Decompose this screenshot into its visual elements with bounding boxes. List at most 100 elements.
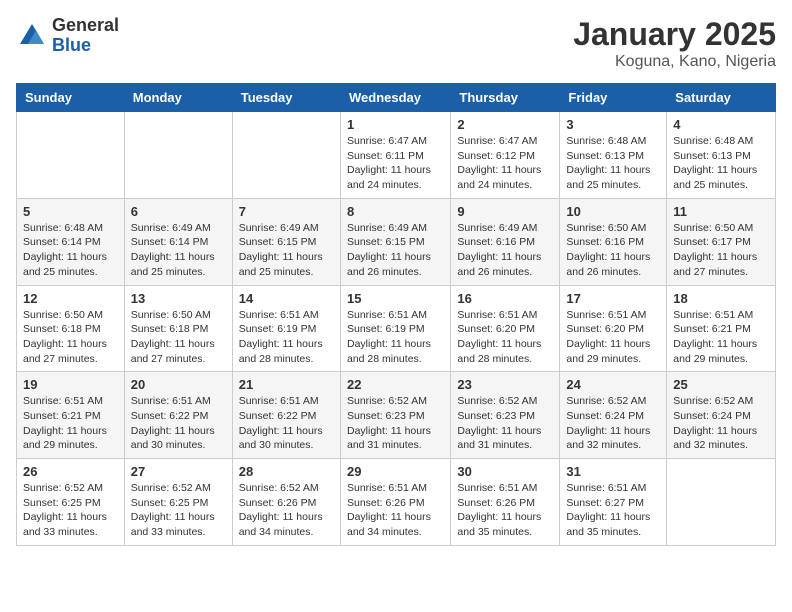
calendar-title: January 2025 [573, 16, 776, 53]
calendar-cell: 31Sunrise: 6:51 AM Sunset: 6:27 PM Dayli… [560, 459, 667, 546]
day-info: Sunrise: 6:52 AM Sunset: 6:26 PM Dayligh… [239, 481, 334, 540]
calendar-cell: 25 Sunrise: 6:52 AM Sunset: 6:24 PM Dayli… [667, 372, 776, 459]
calendar-table: SundayMondayTuesdayWednesdayThursdayFrid… [16, 83, 776, 546]
calendar-cell: 3 Sunrise: 6:48 AM Sunset: 6:13 PM Daylig… [560, 112, 667, 199]
logo-text: General Blue [52, 16, 119, 56]
calendar-cell: 21 Sunrise: 6:51 AM Sunset: 6:22 PM Dayli… [232, 372, 340, 459]
calendar-cell [232, 112, 340, 199]
day-number: 18 [673, 291, 769, 306]
day-number: 21 [239, 377, 334, 392]
day-info: Sunrise: 6:52 AM Sunset: 6:24 PM Dayligh… [566, 394, 660, 453]
day-number: 29 [347, 464, 444, 479]
day-info: Sunrise: 6:52 AM Sunset: 6:23 PM Dayligh… [457, 394, 553, 453]
calendar-cell: 13 Sunrise: 6:50 AM Sunset: 6:18 PM Dayli… [124, 285, 232, 372]
logo-icon [16, 20, 48, 52]
day-number: 7 [239, 204, 334, 219]
day-number: 26 [23, 464, 118, 479]
calendar-cell: 16Sunrise: 6:51 AM Sunset: 6:20 PM Dayli… [451, 285, 560, 372]
day-info: Sunrise: 6:50 AM Sunset: 6:18 PM Dayligh… [131, 308, 226, 367]
day-info: Sunrise: 6:52 AM Sunset: 6:25 PM Dayligh… [23, 481, 118, 540]
day-info: Sunrise: 6:51 AM Sunset: 6:21 PM Dayligh… [23, 394, 118, 453]
calendar-week-row: 19 Sunrise: 6:51 AM Sunset: 6:21 PM Dayli… [17, 372, 776, 459]
day-info: Sunrise: 6:51 AM Sunset: 6:19 PM Dayligh… [239, 308, 334, 367]
day-info: Sunrise: 6:49 AM Sunset: 6:15 PM Dayligh… [347, 221, 444, 280]
day-info: Sunrise: 6:51 AM Sunset: 6:26 PM Dayligh… [457, 481, 553, 540]
calendar-cell: 20Sunrise: 6:51 AM Sunset: 6:22 PM Dayli… [124, 372, 232, 459]
day-info: Sunrise: 6:51 AM Sunset: 6:19 PM Dayligh… [347, 308, 444, 367]
day-info: Sunrise: 6:47 AM Sunset: 6:11 PM Dayligh… [347, 134, 444, 193]
calendar-cell: 8 Sunrise: 6:49 AM Sunset: 6:15 PM Daylig… [340, 198, 450, 285]
calendar-cell: 30Sunrise: 6:51 AM Sunset: 6:26 PM Dayli… [451, 459, 560, 546]
calendar-cell: 1 Sunrise: 6:47 AM Sunset: 6:11 PM Daylig… [340, 112, 450, 199]
calendar-cell [124, 112, 232, 199]
day-header-wednesday: Wednesday [340, 84, 450, 112]
day-info: Sunrise: 6:50 AM Sunset: 6:16 PM Dayligh… [566, 221, 660, 280]
day-number: 17 [566, 291, 660, 306]
day-info: Sunrise: 6:51 AM Sunset: 6:20 PM Dayligh… [457, 308, 553, 367]
calendar-cell: 12Sunrise: 6:50 AM Sunset: 6:18 PM Dayli… [17, 285, 125, 372]
calendar-week-row: 5Sunrise: 6:48 AM Sunset: 6:14 PM Daylig… [17, 198, 776, 285]
day-number: 1 [347, 117, 444, 132]
calendar-location: Koguna, Kano, Nigeria [573, 53, 776, 71]
day-header-thursday: Thursday [451, 84, 560, 112]
day-number: 2 [457, 117, 553, 132]
day-number: 3 [566, 117, 660, 132]
day-number: 25 [673, 377, 769, 392]
day-header-friday: Friday [560, 84, 667, 112]
calendar-cell: 24 Sunrise: 6:52 AM Sunset: 6:24 PM Dayli… [560, 372, 667, 459]
day-number: 20 [131, 377, 226, 392]
day-info: Sunrise: 6:51 AM Sunset: 6:21 PM Dayligh… [673, 308, 769, 367]
calendar-cell [17, 112, 125, 199]
day-number: 10 [566, 204, 660, 219]
day-info: Sunrise: 6:49 AM Sunset: 6:14 PM Dayligh… [131, 221, 226, 280]
calendar-cell: 23Sunrise: 6:52 AM Sunset: 6:23 PM Dayli… [451, 372, 560, 459]
day-header-monday: Monday [124, 84, 232, 112]
day-number: 15 [347, 291, 444, 306]
logo-general-text: General [52, 16, 119, 36]
day-header-tuesday: Tuesday [232, 84, 340, 112]
calendar-cell: 2Sunrise: 6:47 AM Sunset: 6:12 PM Daylig… [451, 112, 560, 199]
day-info: Sunrise: 6:52 AM Sunset: 6:25 PM Dayligh… [131, 481, 226, 540]
day-info: Sunrise: 6:52 AM Sunset: 6:24 PM Dayligh… [673, 394, 769, 453]
day-number: 11 [673, 204, 769, 219]
logo-blue-text: Blue [52, 36, 119, 56]
calendar-header-row: SundayMondayTuesdayWednesdayThursdayFrid… [17, 84, 776, 112]
day-info: Sunrise: 6:51 AM Sunset: 6:22 PM Dayligh… [239, 394, 334, 453]
calendar-cell: 26 Sunrise: 6:52 AM Sunset: 6:25 PM Dayli… [17, 459, 125, 546]
day-number: 4 [673, 117, 769, 132]
day-info: Sunrise: 6:48 AM Sunset: 6:13 PM Dayligh… [673, 134, 769, 193]
calendar-cell: 6 Sunrise: 6:49 AM Sunset: 6:14 PM Daylig… [124, 198, 232, 285]
day-info: Sunrise: 6:50 AM Sunset: 6:17 PM Dayligh… [673, 221, 769, 280]
calendar-cell: 28Sunrise: 6:52 AM Sunset: 6:26 PM Dayli… [232, 459, 340, 546]
calendar-cell: 5Sunrise: 6:48 AM Sunset: 6:14 PM Daylig… [17, 198, 125, 285]
calendar-cell: 17Sunrise: 6:51 AM Sunset: 6:20 PM Dayli… [560, 285, 667, 372]
day-number: 8 [347, 204, 444, 219]
day-info: Sunrise: 6:48 AM Sunset: 6:13 PM Dayligh… [566, 134, 660, 193]
day-info: Sunrise: 6:52 AM Sunset: 6:23 PM Dayligh… [347, 394, 444, 453]
calendar-cell: 15 Sunrise: 6:51 AM Sunset: 6:19 PM Dayli… [340, 285, 450, 372]
day-header-sunday: Sunday [17, 84, 125, 112]
day-number: 24 [566, 377, 660, 392]
calendar-cell [667, 459, 776, 546]
calendar-cell: 4 Sunrise: 6:48 AM Sunset: 6:13 PM Daylig… [667, 112, 776, 199]
day-number: 19 [23, 377, 118, 392]
calendar-week-row: 1 Sunrise: 6:47 AM Sunset: 6:11 PM Daylig… [17, 112, 776, 199]
day-info: Sunrise: 6:51 AM Sunset: 6:26 PM Dayligh… [347, 481, 444, 540]
calendar-cell: 27 Sunrise: 6:52 AM Sunset: 6:25 PM Dayli… [124, 459, 232, 546]
logo: General Blue [16, 16, 119, 56]
calendar-cell: 19 Sunrise: 6:51 AM Sunset: 6:21 PM Dayli… [17, 372, 125, 459]
day-info: Sunrise: 6:48 AM Sunset: 6:14 PM Dayligh… [23, 221, 118, 280]
day-header-saturday: Saturday [667, 84, 776, 112]
day-number: 6 [131, 204, 226, 219]
calendar-week-row: 26 Sunrise: 6:52 AM Sunset: 6:25 PM Dayli… [17, 459, 776, 546]
day-number: 27 [131, 464, 226, 479]
calendar-week-row: 12 Sunrise: 6:50 AM Sunset: 6:18 PM Dayli… [17, 285, 776, 372]
calendar-cell: 22Sunrise: 6:52 AM Sunset: 6:23 PM Dayli… [340, 372, 450, 459]
day-number: 31 [566, 464, 660, 479]
title-block: January 2025 Koguna, Kano, Nigeria [573, 16, 776, 71]
day-number: 13 [131, 291, 226, 306]
page-header: General Blue January 2025 Koguna, Kano, … [16, 16, 776, 71]
calendar-cell: 9Sunrise: 6:49 AM Sunset: 6:16 PM Daylig… [451, 198, 560, 285]
day-number: 12 [23, 291, 118, 306]
calendar-cell: 10 Sunrise: 6:50 AM Sunset: 6:16 PM Dayli… [560, 198, 667, 285]
